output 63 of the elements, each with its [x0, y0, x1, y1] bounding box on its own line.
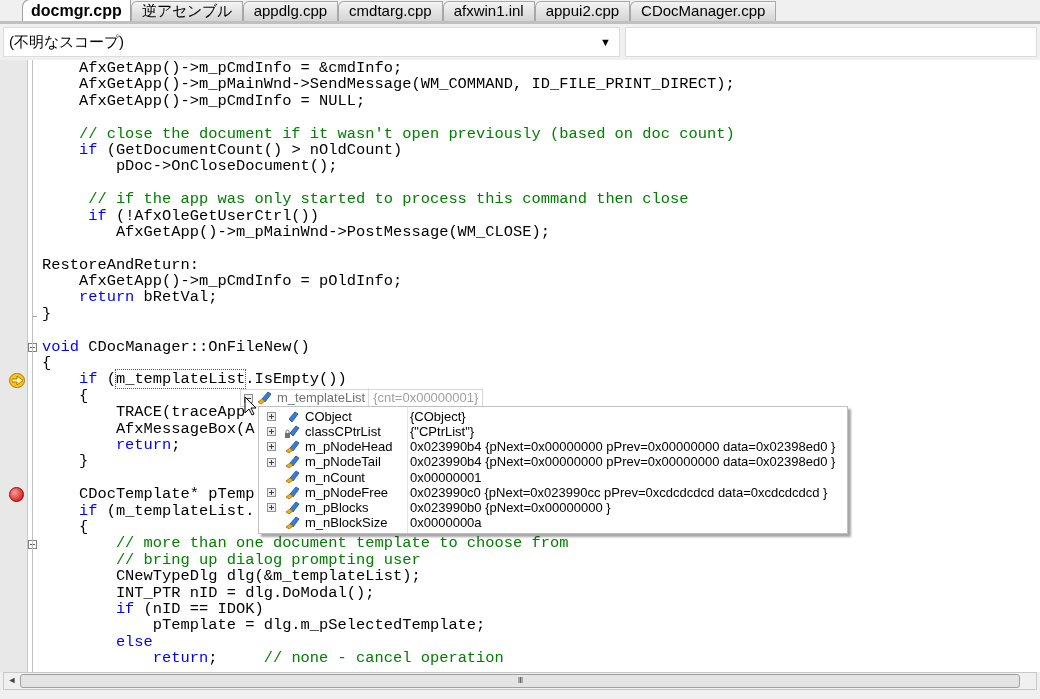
code-line: else	[114, 633, 153, 651]
code-line: INT_PTR nID = dlg.DoModal();	[114, 584, 375, 601]
file-tab[interactable]: appdlg.cpp	[242, 1, 339, 21]
file-tab[interactable]: appui2.cpp	[534, 1, 631, 21]
member-name: m_pNodeTail	[304, 454, 382, 472]
code-line: return;	[114, 437, 181, 454]
code-line: AfxGetApp()->m_pMainWnd->PostMessage(WM_CLOSE);	[114, 223, 550, 241]
expand-icon[interactable]	[266, 427, 276, 437]
code-line: AfxGetApp()->m_pCmdInfo = NULL;	[77, 92, 366, 110]
expand-icon[interactable]	[266, 442, 276, 452]
file-tab[interactable]: CDocManager.cpp	[630, 1, 777, 21]
grip-icon: III	[517, 674, 523, 688]
code-line: pTemplate = dlg.m_pSelectedTemplate;	[152, 617, 486, 634]
code-line: {	[77, 518, 89, 536]
code-line: if (nID == IDOK)	[114, 600, 264, 618]
code-line: // close the document if it wasn't open previously (based on doc count)	[77, 125, 735, 142]
code-line: CDocTemplate* pTemp	[77, 486, 255, 503]
code-line: {	[42, 355, 52, 372]
expand-icon[interactable]	[266, 503, 276, 513]
code-line: if (m_templateList.	[77, 502, 255, 519]
expand-icon[interactable]	[266, 412, 276, 422]
expand-icon[interactable]	[266, 457, 276, 467]
code-line: AfxGetApp()->m_pCmdInfo = &cmdInfo;	[77, 60, 403, 77]
code-line: TRACE(traceApp	[114, 404, 246, 421]
code-line: return; // none - cancel operation	[151, 650, 504, 667]
code-line: {	[77, 387, 89, 405]
member-value: 0x0000000a	[407, 513, 482, 533]
variable-value: {cnt=0x00000001}	[373, 389, 479, 408]
member-name: m_nCount	[304, 469, 366, 487]
code-line: pDoc->OnCloseDocument();	[114, 158, 338, 175]
member-name: m_nBlockSize	[304, 515, 389, 533]
expand-icon[interactable]	[266, 488, 276, 498]
file-tab[interactable]: 逆アセンブル	[130, 1, 243, 21]
code-line: // more than one document template to choose from	[114, 535, 569, 552]
dropdown-arrow-icon: ▼	[600, 33, 611, 51]
member-name: m_pBlocks	[304, 499, 369, 517]
scrollbar-thumb[interactable]: III	[20, 674, 1020, 688]
code-line: return bRetVal;	[77, 289, 218, 306]
code-line: AfxGetApp()->m_pCmdInfo = pOldInfo;	[77, 273, 403, 290]
code-line: AfxMessageBox(A	[114, 420, 255, 437]
code-line: RestoreAndReturn:	[42, 256, 199, 274]
code-line: CNewTypeDlg dlg(&m_templateList);	[114, 568, 421, 585]
file-tab[interactable]: afxwin1.inl	[442, 1, 535, 21]
code-line: }	[42, 305, 52, 323]
file-tab[interactable]: cmdtarg.cpp	[338, 1, 443, 21]
member-value: {CObject}	[407, 406, 466, 427]
code-line: AfxGetApp()->m_pMainWnd->SendMessage(WM_COMMAND, ID_FILE_PRINT_DIRECT);	[77, 76, 735, 93]
code-line: if (GetDocumentCount() > nOldCount)	[77, 141, 403, 159]
member-name: m_pNodeFree	[304, 484, 390, 502]
code-line: // bring up dialog prompting user	[114, 551, 421, 569]
code-line: if (m_templateList.IsEmpty())	[77, 371, 347, 388]
member-value: 0x00000001	[407, 467, 482, 488]
file-tab[interactable]: docmgr.cpp	[22, 0, 131, 21]
field-icon	[257, 391, 273, 405]
member-name: CObject	[304, 407, 353, 426]
code-line: // if the app was only started to process this command then close	[87, 191, 689, 208]
member-value: 0x023990c0 {pNext=0x023990cc pPrev=0xcdcdcdcd data=0xcdcdcdcd }	[407, 482, 828, 503]
code-line: if (!AfxOleGetUserCtrl())	[87, 207, 320, 224]
scroll-left-button[interactable]: ◄	[4, 673, 20, 689]
scope-text: (不明なスコープ)	[9, 31, 124, 52]
code-line: }	[77, 453, 89, 470]
scope-dropdown[interactable]: (不明なスコープ) ▼	[3, 27, 620, 57]
code-line: void CDocManager::OnFileNew()	[42, 338, 310, 356]
